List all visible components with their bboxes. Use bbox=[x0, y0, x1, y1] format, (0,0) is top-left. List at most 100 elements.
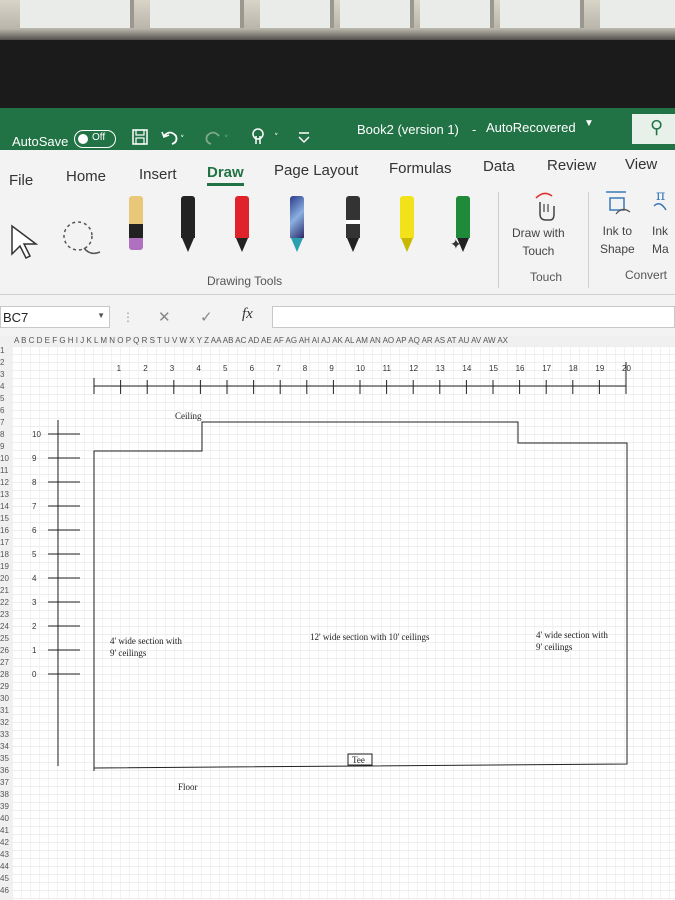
wave-pen-icon[interactable] bbox=[342, 196, 364, 258]
drawing-canvas bbox=[48, 362, 628, 771]
autosave-label: AutoSave bbox=[12, 134, 69, 149]
black-pen-icon[interactable] bbox=[177, 196, 199, 258]
left-section-label-line2: 9' ceilings bbox=[110, 648, 147, 658]
title-separator: - bbox=[472, 122, 477, 137]
customize-toolbar-icon[interactable] bbox=[296, 128, 312, 144]
ruler-number: 12 bbox=[409, 364, 419, 373]
wall-outline bbox=[93, 421, 628, 771]
ruler-number: 4 bbox=[196, 364, 201, 373]
redo-icon[interactable]: ˅ bbox=[205, 128, 231, 146]
ink-to-math-button[interactable]: Ink Ma bbox=[652, 222, 669, 258]
ink-to-shape-button[interactable]: Ink to Shape bbox=[600, 222, 635, 258]
right-section-label-line1: 4' wide section with bbox=[536, 630, 608, 640]
insert-function-icon[interactable]: fx bbox=[242, 306, 253, 323]
height-number: 5 bbox=[32, 550, 37, 559]
ceiling-label: Ceiling bbox=[175, 411, 202, 421]
tab-data[interactable]: Data bbox=[483, 158, 515, 175]
ruler-number: 8 bbox=[302, 364, 308, 373]
height-number: 2 bbox=[32, 622, 37, 631]
height-number: 1 bbox=[32, 646, 37, 655]
height-number: 3 bbox=[32, 598, 37, 607]
ruler-number: 13 bbox=[435, 364, 445, 373]
floor-label: Floor bbox=[178, 782, 198, 792]
ruler-number: 9 bbox=[329, 364, 334, 373]
galaxy-pen-icon[interactable] bbox=[286, 196, 308, 258]
undo-icon[interactable]: ˅ bbox=[160, 128, 186, 146]
tab-review[interactable]: Review bbox=[547, 157, 596, 174]
height-number: 9 bbox=[32, 454, 37, 463]
height-number: 10 bbox=[32, 430, 41, 439]
ruler-number: 17 bbox=[542, 364, 552, 373]
autorecovered-status[interactable]: AutoRecovered bbox=[486, 120, 576, 135]
select-arrow-icon[interactable] bbox=[8, 222, 44, 262]
draw-ribbon: ✦ Drawing Tools Draw with Touch Touch In… bbox=[0, 186, 675, 295]
height-number: 6 bbox=[32, 526, 37, 535]
width-ruler-ticks bbox=[120, 380, 627, 394]
tab-view[interactable]: View bbox=[625, 156, 657, 173]
height-number: 4 bbox=[32, 574, 37, 583]
convert-group-label: Convert bbox=[625, 268, 668, 282]
ruler-number: 11 bbox=[382, 364, 391, 373]
ink-to-math-icon[interactable]: π bbox=[652, 186, 675, 218]
draw-with-touch-icon[interactable] bbox=[530, 190, 558, 222]
excel-window: AutoSave Off ˅ ˅ ˅ Book2 (version 1) - A… bbox=[0, 108, 675, 900]
drawing-tools-label: Drawing Tools bbox=[207, 274, 283, 288]
ruler-number: 3 bbox=[169, 364, 175, 373]
drag-handle-icon[interactable]: ⋮ bbox=[122, 310, 134, 324]
ruler-number: 15 bbox=[489, 364, 498, 373]
svg-text:˅: ˅ bbox=[274, 133, 279, 143]
ruler-number: 7 bbox=[276, 364, 281, 373]
ruler-number: 19 bbox=[595, 364, 605, 373]
search-icon[interactable] bbox=[632, 114, 675, 144]
pencil-icon[interactable] bbox=[125, 196, 147, 258]
monitor-bezel bbox=[0, 40, 675, 110]
height-ruler-ticks bbox=[48, 433, 80, 675]
ruler-number: 5 bbox=[223, 364, 228, 373]
tab-draw[interactable]: Draw bbox=[207, 164, 244, 186]
height-number: 0 bbox=[32, 670, 37, 679]
ruler-number: 20 bbox=[622, 364, 631, 373]
sparkle-icon: ✦ bbox=[450, 236, 462, 252]
tab-insert[interactable]: Insert bbox=[139, 166, 177, 183]
tab-home[interactable]: Home bbox=[66, 168, 106, 185]
ink-to-shape-icon[interactable] bbox=[604, 186, 634, 218]
svg-text:˅: ˅ bbox=[180, 135, 185, 145]
tee-label: Tee bbox=[352, 755, 365, 765]
enter-icon[interactable]: ✓ bbox=[200, 308, 213, 326]
left-section-label-line1: 4' wide section with bbox=[110, 636, 182, 646]
red-pen-icon[interactable] bbox=[231, 196, 253, 258]
formula-bar: BC7 ▼ ⋮ ✕ ✓ fx bbox=[0, 302, 675, 332]
touch-group-label: Touch bbox=[530, 270, 563, 284]
ruler-number: 14 bbox=[462, 364, 472, 373]
touch-mode-icon[interactable]: ˅ bbox=[248, 126, 288, 146]
ruler-number: 1 bbox=[116, 364, 122, 373]
yellow-highlighter-icon[interactable] bbox=[396, 196, 418, 258]
middle-section-label: 12' wide section with 10' ceilings bbox=[310, 632, 430, 642]
document-title: Book2 (version 1) bbox=[357, 122, 459, 137]
worksheet[interactable]: A B C D E F G H I J K L M N O P Q R S T … bbox=[0, 336, 675, 900]
height-number: 7 bbox=[32, 502, 37, 511]
svg-text:˅: ˅ bbox=[224, 135, 229, 145]
formula-input[interactable] bbox=[272, 306, 675, 328]
lasso-select-icon[interactable] bbox=[56, 216, 106, 262]
draw-with-touch-button[interactable]: Draw with Touch bbox=[512, 224, 565, 260]
tab-page-layout[interactable]: Page Layout bbox=[274, 162, 358, 179]
cancel-icon[interactable]: ✕ bbox=[158, 308, 171, 326]
tab-formulas[interactable]: Formulas bbox=[389, 160, 452, 177]
height-number: 8 bbox=[32, 478, 37, 487]
title-bar: AutoSave Off ˅ ˅ ˅ Book2 (version 1) - A… bbox=[0, 108, 675, 150]
ruler-number: 2 bbox=[143, 364, 148, 373]
ruler-number: 16 bbox=[515, 364, 525, 373]
name-box-dropdown-icon: ▼ bbox=[97, 311, 105, 320]
ruler-number: 10 bbox=[356, 364, 365, 373]
chevron-down-icon[interactable]: ▼ bbox=[584, 118, 594, 129]
autosave-state: Off bbox=[92, 132, 106, 143]
right-section-label-line2: 9' ceilings bbox=[536, 642, 573, 652]
ribbon-tabs: File Home Insert Draw Page Layout Formul… bbox=[0, 150, 675, 189]
autosave-toggle[interactable]: Off bbox=[74, 130, 116, 148]
name-box[interactable]: BC7 ▼ bbox=[0, 306, 110, 328]
svg-text:π: π bbox=[656, 188, 665, 204]
ruler-number: 6 bbox=[249, 364, 255, 373]
ruler-number: 18 bbox=[568, 364, 578, 373]
save-icon[interactable] bbox=[131, 128, 149, 146]
